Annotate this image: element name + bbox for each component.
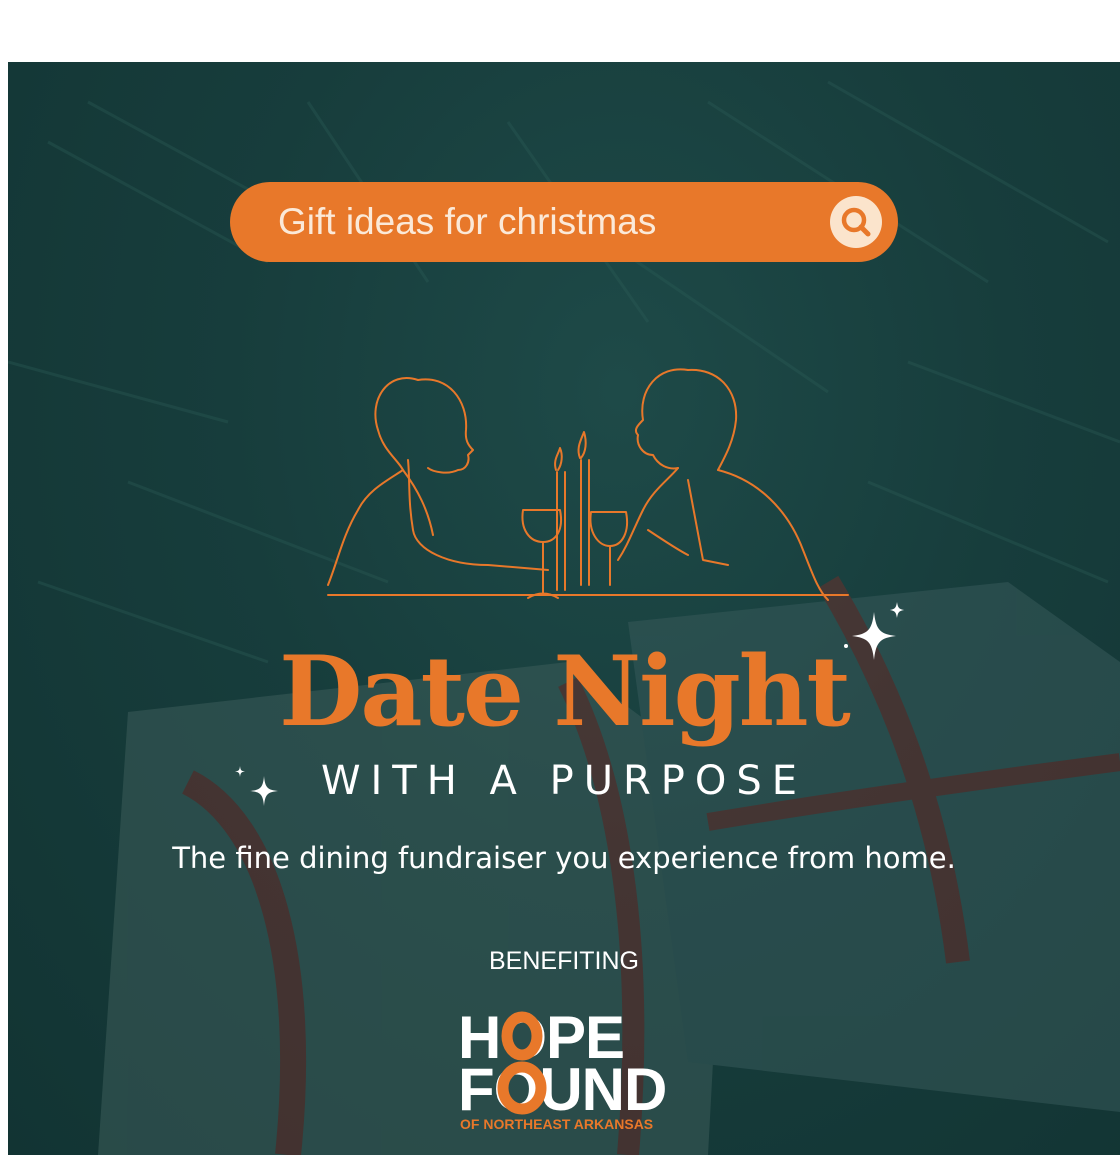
promo-card: Date Night WITH A PURPOSE The fine dinin…	[8, 62, 1120, 1155]
logo-line2: FOUND	[458, 1056, 666, 1123]
search-icon	[830, 196, 882, 248]
event-subtitle: WITH A PURPOSE	[320, 758, 808, 804]
event-title: Date Night	[279, 635, 851, 748]
hope-found-logo: HOPE FOUND OF NORTHEAST ARKANSAS	[458, 1004, 667, 1132]
search-input[interactable]	[278, 182, 798, 262]
logo-line3: OF NORTHEAST ARKANSAS	[460, 1116, 653, 1132]
couple-dinner-illustration	[327, 368, 849, 601]
benefiting-label: BENEFITING	[488, 947, 639, 975]
search-button[interactable]	[826, 192, 886, 252]
search-bar[interactable]	[230, 182, 898, 262]
event-tagline: The fine dining fundraiser you experienc…	[172, 841, 956, 875]
